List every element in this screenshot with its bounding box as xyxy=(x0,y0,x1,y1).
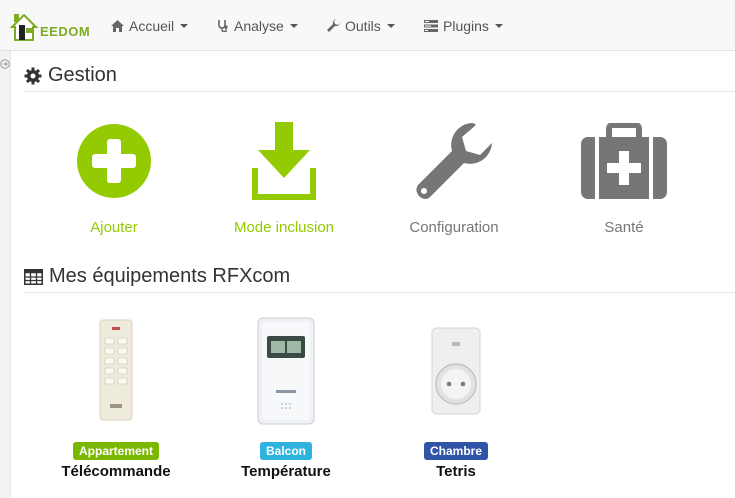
stethoscope-icon xyxy=(217,19,229,32)
location-badge: Balcon xyxy=(259,442,313,460)
chevron-down-icon xyxy=(386,23,395,28)
equipment-card-tetris[interactable]: Chambre Tetris xyxy=(386,312,526,487)
sidebar-toggle-icon[interactable] xyxy=(0,56,10,69)
mode-inclusion-label: Mode inclusion xyxy=(233,219,335,236)
nav-plugins[interactable]: Plugins xyxy=(424,0,503,51)
ajouter-label: Ajouter xyxy=(90,219,138,236)
download-icon xyxy=(209,118,359,203)
mode-inclusion-button[interactable]: Mode inclusion xyxy=(209,118,359,248)
top-navbar: EEDOM Accueil Analyse Outils Plugins xyxy=(0,0,735,51)
equipment-name: Température xyxy=(241,463,331,480)
wrench-icon xyxy=(379,118,529,203)
sante-button[interactable]: Santé xyxy=(549,118,699,248)
nav-outils[interactable]: Outils xyxy=(327,0,395,51)
equipment-card-temperature[interactable]: Balcon Température xyxy=(216,312,356,487)
gestion-divider xyxy=(24,91,735,92)
gestion-title: Gestion xyxy=(24,64,117,87)
temperature-sensor-image xyxy=(216,312,356,430)
location-badge: Appartement xyxy=(72,442,160,460)
nav-outils-label: Outils xyxy=(345,17,381,34)
logo-text: EEDOM xyxy=(40,24,91,39)
table-icon xyxy=(24,268,43,285)
plus-circle-icon xyxy=(39,118,189,203)
nav-accueil[interactable]: Accueil xyxy=(111,0,189,51)
location-badge: Chambre xyxy=(423,442,489,460)
wrench-icon xyxy=(327,19,340,32)
home-icon xyxy=(111,19,124,32)
smart-plug-image xyxy=(386,312,526,430)
jeedom-logo[interactable]: EEDOM xyxy=(9,10,90,44)
nav-plugins-label: Plugins xyxy=(443,17,489,34)
equipment-name: Tetris xyxy=(436,463,476,480)
equipements-title-text: Mes équipements RFXcom xyxy=(49,265,291,287)
ajouter-button[interactable]: Ajouter xyxy=(39,118,189,248)
configuration-label: Configuration xyxy=(409,219,499,236)
medkit-icon xyxy=(549,118,699,203)
equipements-divider xyxy=(24,292,735,293)
nav-accueil-label: Accueil xyxy=(129,17,175,34)
equipment-card-telecommande[interactable]: Appartement Télécommande xyxy=(46,312,186,487)
configuration-button[interactable]: Configuration xyxy=(379,118,529,248)
tasks-icon xyxy=(424,19,438,32)
remote-control-image xyxy=(46,312,186,430)
equipements-title: Mes équipements RFXcom xyxy=(24,265,290,288)
nav-analyse[interactable]: Analyse xyxy=(217,0,298,51)
sante-label: Santé xyxy=(604,219,644,236)
gear-icon xyxy=(24,67,42,85)
chevron-down-icon xyxy=(494,23,503,28)
sidebar-collapsed xyxy=(0,51,11,498)
nav-analyse-label: Analyse xyxy=(234,17,284,34)
chevron-down-icon xyxy=(180,23,189,28)
gestion-title-text: Gestion xyxy=(48,64,117,86)
equipment-name: Télécommande xyxy=(61,463,171,480)
chevron-down-icon xyxy=(289,23,298,28)
